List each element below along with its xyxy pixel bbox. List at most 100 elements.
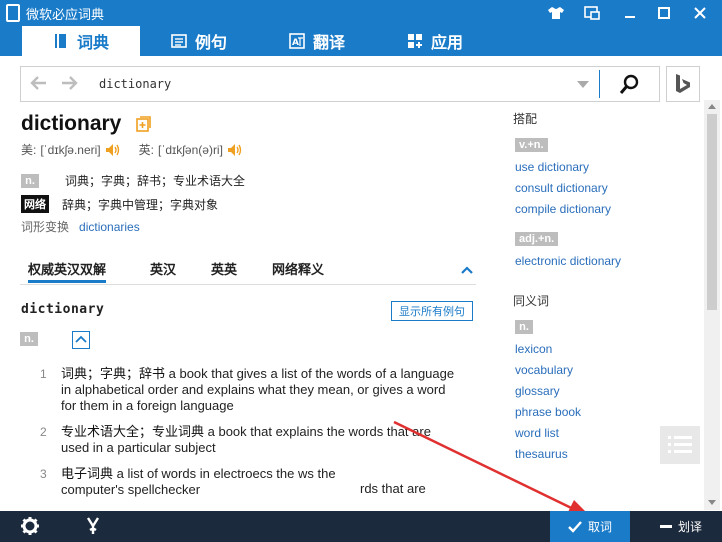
apps-icon bbox=[407, 33, 423, 49]
minimize-button[interactable] bbox=[618, 2, 642, 24]
main-nav: 词典 例句 A 翻译 应用 bbox=[22, 26, 494, 56]
definition-text: 辞典；字典中管理；字典对象 bbox=[62, 197, 219, 212]
us-speaker-icon[interactable] bbox=[105, 142, 121, 158]
tab-dictionary[interactable]: 词典 bbox=[22, 26, 140, 56]
synonym-link[interactable]: word list bbox=[515, 426, 559, 440]
tab-apps-label: 应用 bbox=[430, 35, 463, 52]
definition-text: 词典；字典；辞书；专业术语大全 bbox=[65, 174, 246, 188]
definition-row: 网络 辞典；字典中管理；字典对象 bbox=[21, 195, 218, 213]
select-translate-toggle[interactable]: 划译 bbox=[640, 511, 722, 542]
checkmark-icon bbox=[568, 520, 582, 533]
sense-number: 3 bbox=[40, 467, 47, 481]
pos-badge: n. bbox=[20, 332, 38, 346]
bilingual-headword: dictionary bbox=[21, 302, 105, 317]
pos-badge: adj.+n. bbox=[515, 232, 559, 246]
minus-icon bbox=[659, 524, 672, 528]
add-to-wordbook-icon[interactable] bbox=[136, 116, 152, 132]
word-forms-row: 词形变换 dictionaries bbox=[21, 218, 140, 235]
uk-label: 英: bbox=[138, 143, 154, 157]
tab-en-cn[interactable]: 英汉 bbox=[150, 259, 176, 283]
app-logo-icon bbox=[6, 4, 20, 22]
pos-badge: n. bbox=[515, 320, 533, 334]
svg-text:A: A bbox=[292, 38, 299, 48]
tab-examples[interactable]: 例句 bbox=[140, 26, 258, 56]
collapse-tabs-icon[interactable] bbox=[460, 263, 474, 277]
scroll-down-arrow-icon[interactable] bbox=[708, 500, 716, 505]
collapse-sense-button[interactable] bbox=[72, 331, 90, 349]
bing-search-button[interactable] bbox=[666, 66, 700, 102]
us-label: 美: bbox=[21, 143, 37, 157]
app-title: 微软必应词典 bbox=[26, 7, 105, 22]
collocation-link[interactable]: electronic dictionary bbox=[515, 254, 621, 268]
collocations-title: 搭配 bbox=[513, 112, 538, 126]
sense-chinese: 词典；字典；辞书 bbox=[61, 366, 166, 381]
tab-bilingual[interactable]: 权威英汉双解 bbox=[28, 259, 107, 283]
definition-tabs: 权威英汉双解 英汉 英英 网络释义 bbox=[20, 255, 476, 285]
sense-item: 1 词典；字典；辞书 a book that gives a list of t… bbox=[40, 366, 460, 414]
definition-row: n. 词典；字典；辞书；专业术语大全 bbox=[21, 172, 245, 189]
search-button[interactable] bbox=[609, 71, 649, 99]
pos-badge: n. bbox=[21, 173, 39, 188]
examples-icon bbox=[171, 33, 187, 49]
vertical-scrollbar[interactable] bbox=[704, 100, 720, 510]
book-icon bbox=[53, 33, 69, 49]
sense-number: 1 bbox=[40, 367, 47, 381]
synonym-link[interactable]: glossary bbox=[515, 384, 560, 398]
forward-arrow-icon[interactable] bbox=[57, 73, 81, 97]
tab-apps[interactable]: 应用 bbox=[376, 26, 494, 56]
uk-speaker-icon[interactable] bbox=[227, 142, 243, 158]
tab-translate-label: 翻译 bbox=[312, 35, 345, 52]
chevron-up-icon bbox=[75, 335, 87, 343]
show-all-examples-button[interactable]: 显示所有例句 bbox=[391, 301, 473, 321]
synonym-link[interactable]: phrase book bbox=[515, 405, 581, 419]
synonyms-title: 同义词 bbox=[513, 294, 550, 308]
skin-icon[interactable] bbox=[544, 2, 568, 24]
back-arrow-icon[interactable] bbox=[27, 73, 51, 97]
word-pick-toggle[interactable]: 取词 bbox=[550, 511, 630, 542]
close-button[interactable] bbox=[688, 2, 712, 24]
bottom-bar: 取词 划译 bbox=[0, 511, 722, 542]
scrollbar-thumb[interactable] bbox=[707, 114, 717, 310]
mini-mode-icon[interactable] bbox=[580, 2, 604, 24]
sense-number: 2 bbox=[40, 425, 47, 439]
feedback-icon[interactable] bbox=[82, 515, 104, 537]
collocation-link[interactable]: consult dictionary bbox=[515, 181, 608, 195]
tab-dictionary-label: 词典 bbox=[76, 35, 109, 52]
translate-icon: A bbox=[289, 33, 305, 49]
web-badge: 网络 bbox=[21, 195, 49, 213]
search-input[interactable] bbox=[91, 71, 571, 97]
outline-list-button[interactable] bbox=[660, 426, 700, 464]
bing-logo-icon bbox=[676, 74, 690, 93]
uk-phonetic: [ˈdɪkʃən(ə)ri] bbox=[157, 142, 223, 157]
settings-gear-icon[interactable] bbox=[19, 515, 41, 537]
sense-english: a list of words in electroecs the ws the bbox=[113, 466, 336, 481]
collocation-link[interactable]: use dictionary bbox=[515, 160, 589, 174]
word-pick-label: 取词 bbox=[587, 520, 612, 534]
tab-translate[interactable]: A 翻译 bbox=[258, 26, 376, 56]
search-bar bbox=[20, 66, 660, 102]
synonym-link[interactable]: lexicon bbox=[515, 342, 552, 356]
sense-chinese: 专业术语大全；专业词典 bbox=[61, 424, 205, 439]
headword: dictionary bbox=[21, 112, 122, 135]
scroll-up-arrow-icon[interactable] bbox=[708, 104, 716, 109]
pronunciation-row: 美: [ˈdɪkʃə.neri] 英: [ˈdɪkʃən(ə)ri] bbox=[21, 141, 243, 158]
tab-en-en[interactable]: 英英 bbox=[211, 259, 237, 283]
pos-badge: v.+n. bbox=[515, 138, 548, 152]
synonym-link[interactable]: vocabulary bbox=[515, 363, 573, 377]
sense-chinese: 电子词典 bbox=[61, 466, 114, 481]
hover-popup-text: rds that are bbox=[356, 481, 430, 496]
history-dropdown-icon[interactable] bbox=[577, 81, 589, 88]
maximize-button[interactable] bbox=[652, 2, 676, 24]
us-phonetic: [ˈdɪkʃə.neri] bbox=[40, 142, 101, 157]
tab-examples-label: 例句 bbox=[194, 35, 227, 52]
select-translate-label: 划译 bbox=[677, 520, 702, 534]
synonym-link[interactable]: thesaurus bbox=[515, 447, 568, 461]
search-icon bbox=[619, 74, 639, 94]
list-icon bbox=[668, 436, 692, 453]
tab-web-definitions[interactable]: 网络释义 bbox=[272, 259, 324, 283]
search-divider bbox=[599, 70, 600, 98]
title-bar: 微软必应词典 词典 例句 A 翻译 应用 bbox=[0, 0, 722, 56]
word-form-link[interactable]: dictionaries bbox=[79, 220, 140, 234]
sense-item: 2 专业术语大全；专业词典 a book that explains the w… bbox=[40, 424, 460, 456]
collocation-link[interactable]: compile dictionary bbox=[515, 202, 611, 216]
